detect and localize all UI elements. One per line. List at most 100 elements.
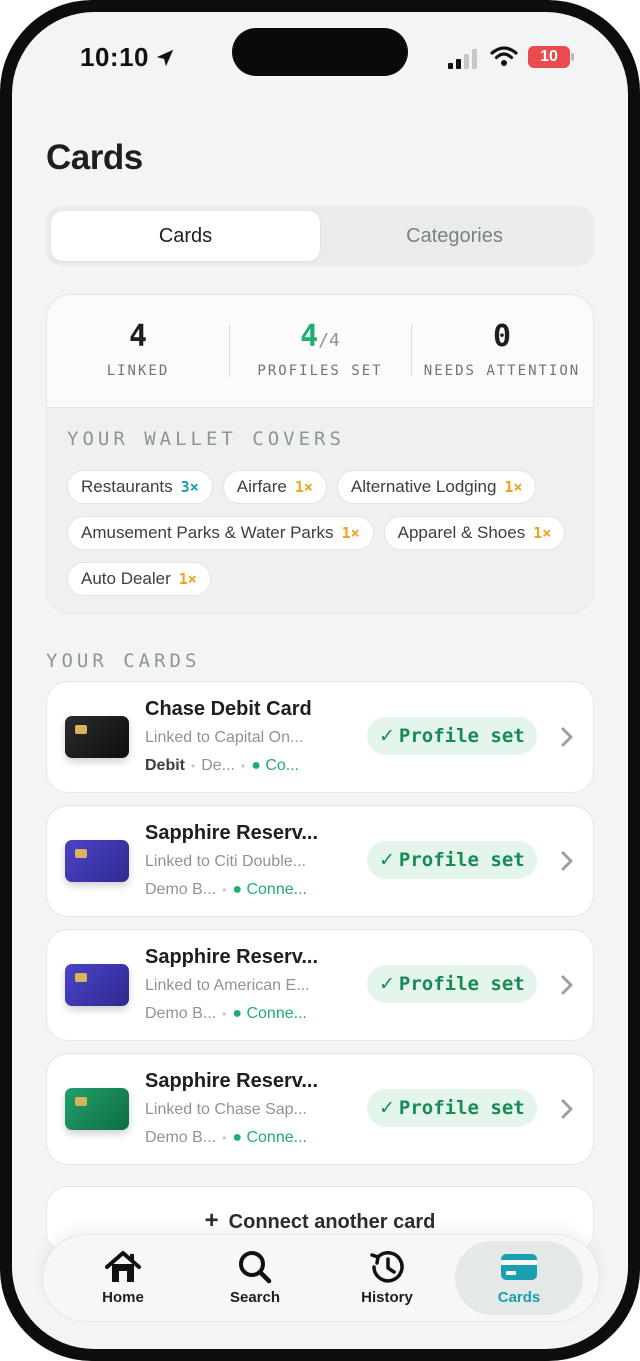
stat-attention-value: 0 (492, 319, 512, 354)
stats-row: 4 LINKED 4/4 PROFILES SET 0 NEEDS ATTENT… (47, 295, 593, 407)
chip-multiplier: 1× (504, 478, 523, 496)
chip-label: Restaurants (81, 477, 173, 496)
card-bank: De... (201, 757, 235, 774)
stat-linked: 4 LINKED (47, 295, 229, 407)
tab-home[interactable]: Home (59, 1241, 187, 1315)
wifi-icon (490, 46, 518, 66)
card-name: Sapphire Reserv... (145, 1070, 319, 1092)
badge-label: Profile set (398, 849, 525, 871)
chip-multiplier: 1× (533, 524, 552, 542)
category-chip[interactable]: Airfare 1× (222, 470, 327, 504)
battery-tip (571, 53, 574, 61)
card-thumbnail (65, 1088, 129, 1130)
chip-label: Apparel & Shoes (397, 523, 526, 542)
battery-indicator: 10 (528, 46, 570, 68)
chip-label: Airfare (236, 477, 287, 496)
category-chip[interactable]: Apparel & Shoes 1× (383, 516, 566, 550)
chip-multiplier: 1× (294, 478, 313, 496)
separator-dot: • (241, 759, 246, 773)
card-meta: Demo B... • ● Conne... (145, 1129, 307, 1147)
stat-linked-value: 4 (128, 319, 148, 354)
checkmark-icon: ✓ (379, 725, 395, 747)
card-linked-account: Linked to Citi Double... (145, 853, 306, 870)
connection-dot-icon: ● (232, 1129, 243, 1146)
category-chip[interactable]: Alternative Lodging 1× (336, 470, 537, 504)
card-linked-account: Linked to Capital On... (145, 729, 304, 746)
plus-icon: + (204, 1207, 219, 1234)
separator-dot: • (222, 1007, 227, 1021)
your-cards-section-title: YOUR CARDS (46, 650, 201, 672)
chip-multiplier: 3× (180, 478, 199, 496)
profile-set-badge: ✓ Profile set (367, 717, 537, 755)
status-time: 10:10 (80, 42, 149, 72)
card-meta: Demo B... • ● Conne... (145, 881, 307, 899)
chevron-right-icon (561, 975, 573, 995)
card-connection-status: Conne... (246, 1129, 307, 1146)
card-connection-status: Conne... (246, 881, 307, 898)
tab-search[interactable]: Search (191, 1241, 319, 1315)
category-chip[interactable]: Amusement Parks & Water Parks 1× (67, 516, 374, 550)
chip-multiplier: 1× (341, 524, 360, 542)
card-bank: Demo B... (145, 1005, 217, 1022)
stat-profiles-value: 4/4 (229, 317, 411, 357)
card-row-sapphire-1[interactable]: Sapphire Reserv... Linked to Citi Double… (46, 805, 594, 917)
card-type: Debit (145, 757, 185, 774)
card-row-chase-debit[interactable]: Chase Debit Card Linked to Capital On...… (46, 681, 594, 793)
profile-set-badge: ✓ Profile set (367, 965, 537, 1003)
stat-profiles-denominator: /4 (318, 330, 340, 351)
search-icon (239, 1251, 272, 1284)
stat-attention-label: NEEDS ATTENTION (423, 363, 581, 379)
tab-cards-label: Cards (497, 1289, 541, 1306)
checkmark-icon: ✓ (379, 849, 395, 871)
category-chip-list: Restaurants 3× Airfare 1× Alternative Lodg… (67, 470, 577, 596)
card-icon (501, 1254, 537, 1280)
tab-home-label: Home (102, 1289, 144, 1306)
tab-cards[interactable]: Cards (455, 1241, 583, 1315)
wallet-summary-card: 4 LINKED 4/4 PROFILES SET 0 NEEDS ATTENT… (46, 294, 594, 614)
badge-label: Profile set (398, 973, 525, 995)
wallet-covers-title: YOUR WALLET COVERS (67, 428, 345, 450)
card-name: Sapphire Reserv... (145, 946, 319, 968)
card-meta: Debit • De... • ● Co... (145, 757, 299, 775)
separator-dot: • (222, 883, 227, 897)
category-chip[interactable]: Auto Dealer 1× (67, 562, 211, 596)
screen: 10:10 10 Cards Cards Categories 4 LINKED… (12, 12, 628, 1349)
card-bank: Demo B... (145, 881, 217, 898)
segment-cards[interactable]: Cards (51, 211, 320, 261)
card-thumbnail (65, 840, 129, 882)
connection-dot-icon: ● (251, 757, 261, 774)
bottom-tab-bar: Home Search History Cards (42, 1234, 600, 1322)
badge-label: Profile set (398, 725, 525, 747)
card-chip-icon (75, 973, 87, 982)
checkmark-icon: ✓ (379, 1097, 395, 1119)
card-thumbnail (65, 964, 129, 1006)
badge-label: Profile set (398, 1097, 525, 1119)
category-chip[interactable]: Restaurants 3× (67, 470, 213, 504)
stat-needs-attention: 0 NEEDS ATTENTION (411, 295, 593, 407)
segment-categories[interactable]: Categories (320, 211, 589, 261)
stat-profiles-label: PROFILES SET (257, 363, 383, 379)
chip-label: Amusement Parks & Water Parks (81, 523, 334, 542)
card-chip-icon (75, 1097, 87, 1106)
tab-search-label: Search (229, 1289, 281, 1306)
card-row-sapphire-2[interactable]: Sapphire Reserv... Linked to American E.… (46, 929, 594, 1041)
chevron-right-icon (561, 727, 573, 747)
connection-dot-icon: ● (232, 881, 243, 898)
card-chip-icon (75, 725, 87, 734)
home-icon (105, 1251, 141, 1282)
card-connection-status: Conne... (246, 1005, 307, 1022)
card-linked-account: Linked to Chase Sap... (145, 1101, 307, 1118)
card-row-sapphire-3[interactable]: Sapphire Reserv... Linked to Chase Sap..… (46, 1053, 594, 1165)
location-arrow-icon (156, 49, 174, 67)
chevron-right-icon (561, 851, 573, 871)
card-chip-icon (75, 849, 87, 858)
stat-linked-label: LINKED (106, 363, 170, 379)
chip-label: Auto Dealer (81, 569, 171, 588)
card-bank: Demo B... (145, 1129, 217, 1146)
separator-dot: • (222, 1131, 227, 1145)
card-connection-status: Co... (265, 757, 300, 774)
profile-set-badge: ✓ Profile set (367, 841, 537, 879)
page-title: Cards (46, 138, 143, 177)
tab-history[interactable]: History (323, 1241, 451, 1315)
segmented-control: Cards Categories (46, 206, 594, 266)
